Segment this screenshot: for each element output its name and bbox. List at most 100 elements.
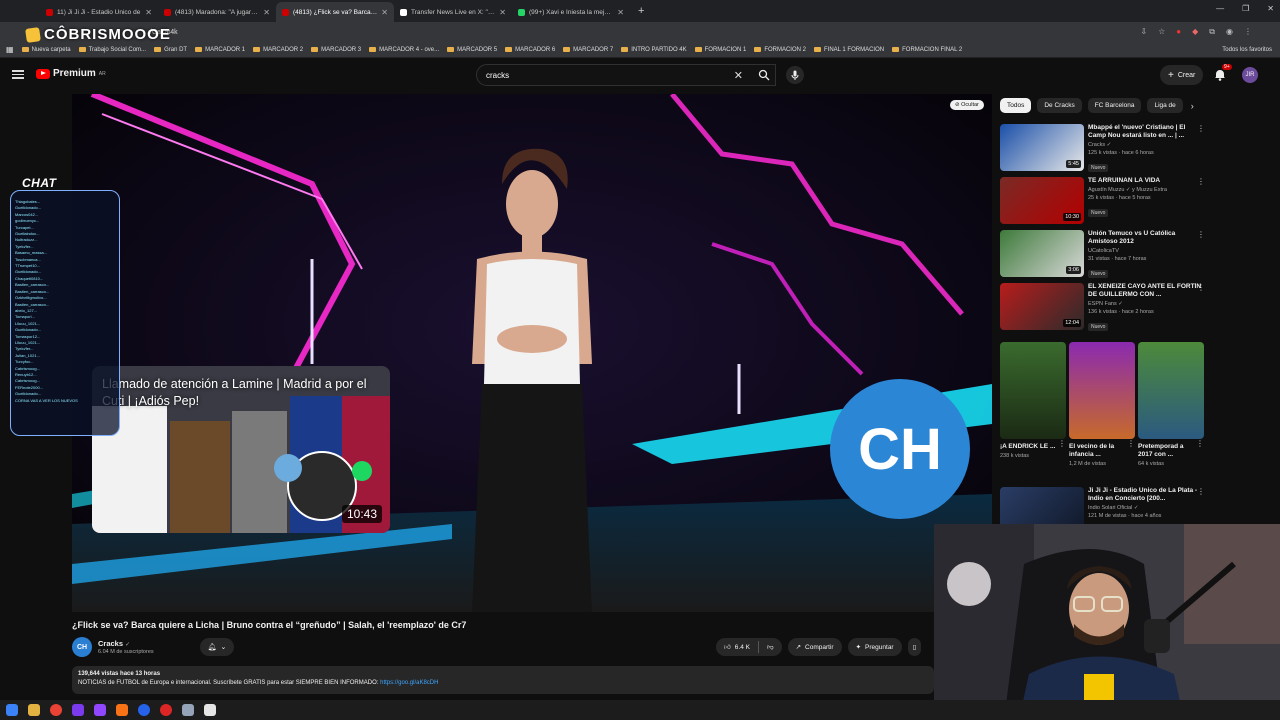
- recommendation-title[interactable]: EL XENEIZE CAYÓ ANTE EL FORTÍN DE GUILLE…: [1088, 283, 1205, 299]
- bookmark-item[interactable]: FORMACION 2: [754, 47, 806, 53]
- account-avatar[interactable]: JIR: [1242, 67, 1258, 83]
- recommendation-item[interactable]: 5:45 Mbappé el 'nuevo' Cristiano | El Cam…: [1000, 124, 1205, 174]
- obs-icon[interactable]: [160, 704, 172, 716]
- bookmark-item[interactable]: MARCADOR 4 - ove...: [369, 47, 439, 53]
- extensions-icon[interactable]: ⧉: [1209, 27, 1215, 37]
- recommendation-channel[interactable]: Cracks ✓: [1088, 142, 1205, 148]
- close-tab-icon[interactable]: ✕: [145, 8, 152, 17]
- bookmark-item[interactable]: FORMACION 1: [694, 47, 746, 53]
- twitch-icon[interactable]: [94, 704, 106, 716]
- filter-chip[interactable]: FC Barcelona: [1087, 98, 1142, 113]
- filter-chip[interactable]: Liga de: [1147, 98, 1183, 113]
- all-bookmarks[interactable]: Todos los favoritos: [1222, 47, 1272, 53]
- search-button[interactable]: [749, 64, 779, 86]
- subscription-bell-button[interactable]: 🔔︎ ⌄: [199, 638, 235, 656]
- short-item[interactable]: ⋮ El vecino de la infancia ... 1,2 M de vi…: [1069, 342, 1135, 467]
- notifications-button[interactable]: 9+: [1214, 64, 1232, 82]
- share-button[interactable]: ↗ Compartir: [787, 638, 842, 656]
- like-dislike-button[interactable]: 👍︎ 6.4 K 👎︎: [716, 638, 782, 656]
- more-options-icon[interactable]: ⋮: [1058, 439, 1066, 448]
- extension-red-icon[interactable]: ●: [1176, 27, 1181, 37]
- recommendation-channel[interactable]: Indio Solari Oficial ✓: [1088, 505, 1205, 511]
- browser-tab[interactable]: (4813) ¿Flick se va? Barca quie ✕: [276, 2, 394, 22]
- browser-menu-icon[interactable]: ⋮: [1244, 27, 1252, 37]
- short-title[interactable]: El vecino de la infancia ...: [1069, 443, 1127, 459]
- short-thumbnail[interactable]: [1138, 342, 1204, 439]
- more-options-icon[interactable]: ⋮: [1197, 124, 1205, 133]
- chrome-icon[interactable]: [50, 704, 62, 716]
- voice-search-button[interactable]: [786, 66, 804, 84]
- description-link[interactable]: https://goo.gl/aK8cDH: [380, 680, 438, 686]
- apps-icon[interactable]: ▦: [6, 45, 14, 54]
- channel-name[interactable]: Cracks ✓: [98, 639, 154, 648]
- short-item[interactable]: ⋮ Pretemporad a 2017 con ... 64 k vistas: [1138, 342, 1204, 467]
- bookmark-item[interactable]: Trabajo Social Com...: [78, 47, 146, 53]
- app-icon-white[interactable]: [204, 704, 216, 716]
- youtube-logo[interactable]: Premium AR: [36, 68, 106, 79]
- app-icon-gray[interactable]: [182, 704, 194, 716]
- bookmark-item[interactable]: MARCADOR 3: [311, 47, 361, 53]
- filter-chip[interactable]: De Cracks: [1037, 98, 1082, 113]
- app-icon-blue[interactable]: [138, 704, 150, 716]
- recommendation-thumbnail[interactable]: 10:30: [1000, 177, 1084, 224]
- video-player[interactable]: CH: [72, 94, 992, 612]
- app-icon-orange[interactable]: [116, 704, 128, 716]
- more-options-icon[interactable]: ⋮: [1196, 439, 1204, 448]
- more-options-icon[interactable]: ⋮: [1197, 177, 1205, 186]
- embedded-video-card[interactable]: Llamado de atención a Lamine | Madrid a …: [92, 366, 390, 533]
- recommendation-item[interactable]: 3:06 Unión Temuco vs U Católica Amistoso …: [1000, 230, 1205, 280]
- close-tab-icon[interactable]: ✕: [499, 8, 506, 17]
- profile-icon[interactable]: ◉: [1226, 27, 1233, 37]
- close-tab-icon[interactable]: ✕: [617, 8, 624, 17]
- ask-button[interactable]: ✦ Preguntar: [847, 638, 902, 656]
- recommendation-title[interactable]: Ji Ji Ji - Estadio Único de La Plata - I…: [1088, 487, 1205, 503]
- bookmark-item[interactable]: MARCADOR 6: [505, 47, 555, 53]
- more-options-icon[interactable]: ⋮: [1197, 230, 1205, 239]
- save-button[interactable]: ▯: [907, 638, 922, 656]
- start-menu-icon[interactable]: [6, 704, 18, 716]
- bookmark-item[interactable]: MARCADOR 1: [195, 47, 245, 53]
- recommendation-channel[interactable]: UCatolicaTV: [1088, 248, 1205, 254]
- browser-tab[interactable]: (4813) Maradona: "A jugar" m ✕: [158, 2, 276, 22]
- close-tab-icon[interactable]: ✕: [263, 8, 270, 17]
- recommendation-item[interactable]: 12:04 EL XENEIZE CAYÓ ANTE EL FORTÍN DE G…: [1000, 283, 1205, 333]
- bookmark-item[interactable]: Nueva carpeta: [21, 47, 71, 53]
- recommendation-title[interactable]: Unión Temuco vs U Católica Amistoso 2012: [1088, 230, 1205, 246]
- bookmark-item[interactable]: FORMACION FINAL 2: [892, 47, 962, 53]
- more-options-icon[interactable]: ⋮: [1197, 487, 1205, 496]
- new-tab-button[interactable]: +: [630, 5, 652, 17]
- browser-tab[interactable]: (99+) Xavi e Iniesta la mejor du ✕: [512, 2, 630, 22]
- short-title[interactable]: Pretemporad a 2017 con ...: [1138, 443, 1196, 459]
- channel-avatar[interactable]: CH: [72, 637, 92, 657]
- create-button[interactable]: + Crear: [1160, 65, 1204, 85]
- bookmark-item[interactable]: MARCADOR 5: [447, 47, 497, 53]
- recommendation-thumbnail[interactable]: 12:04: [1000, 283, 1084, 330]
- short-item[interactable]: ⋮ ¡A ENDRICK LE ... 238 k vistas: [1000, 342, 1066, 467]
- bookmark-item[interactable]: MARCADOR 2: [253, 47, 303, 53]
- bookmark-item[interactable]: MARCADOR 7: [563, 47, 613, 53]
- hamburger-menu-icon[interactable]: [12, 68, 24, 80]
- short-thumbnail[interactable]: [1000, 342, 1066, 439]
- clear-search-icon[interactable]: ✕: [734, 69, 743, 82]
- browser-tab[interactable]: 11) Ji Ji Ji - Estadio Único de ✕: [40, 2, 158, 22]
- hide-chat-button[interactable]: ⊘ Ocultar: [950, 100, 984, 110]
- recommendation-item[interactable]: 10:30 TE ARRUINAN LA VIDA Agustín Muzzu ✓ …: [1000, 177, 1205, 224]
- bookmark-star-icon[interactable]: ☆: [1158, 27, 1165, 37]
- bookmark-item[interactable]: FINAL 1 FORMACION: [813, 47, 884, 53]
- recommendation-title[interactable]: Mbappé el 'nuevo' Cristiano | El Camp No…: [1088, 124, 1205, 140]
- close-tab-icon[interactable]: ✕: [381, 8, 388, 17]
- recommendation-title[interactable]: TE ARRUINAN LA VIDA: [1088, 177, 1205, 185]
- minimize-icon[interactable]: —: [1216, 4, 1224, 13]
- more-options-icon[interactable]: ⋮: [1127, 439, 1135, 448]
- file-explorer-icon[interactable]: [28, 704, 40, 716]
- browser-tab[interactable]: Transfer News Live en X: "🔺Bu ✕: [394, 2, 512, 22]
- recommendation-thumbnail[interactable]: 3:06: [1000, 230, 1084, 277]
- recommendation-thumbnail[interactable]: 5:45: [1000, 124, 1084, 171]
- maximize-icon[interactable]: ❐: [1242, 4, 1249, 13]
- search-input[interactable]: [477, 65, 717, 86]
- short-title[interactable]: ¡A ENDRICK LE ...: [1000, 443, 1058, 451]
- short-thumbnail[interactable]: [1069, 342, 1135, 439]
- thumbs-down-icon[interactable]: 👎︎: [767, 643, 774, 651]
- chevron-right-icon[interactable]: ›: [1191, 101, 1194, 111]
- app-icon-purple[interactable]: [72, 704, 84, 716]
